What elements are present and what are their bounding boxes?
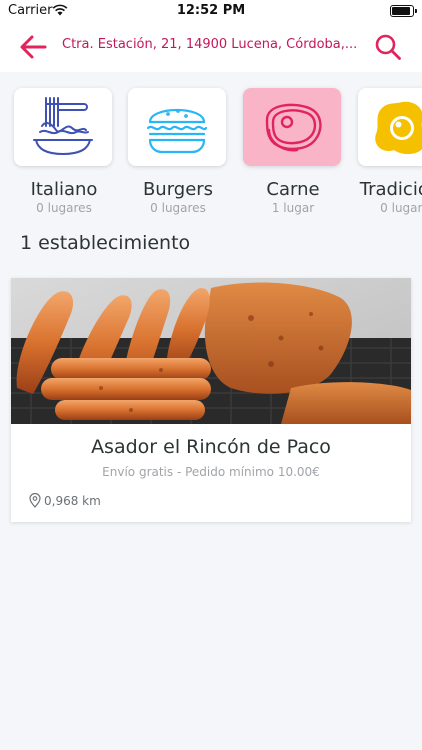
category-card[interactable]	[14, 88, 112, 166]
category-name: Burgers	[142, 179, 214, 200]
back-arrow-icon[interactable]	[18, 33, 48, 61]
burger-icon	[146, 108, 208, 154]
category-carousel[interactable]: Italiano 0 lugares Burgers 0 lugares Car…	[0, 82, 422, 232]
category-italiano[interactable]: Italiano 0 lugares	[14, 88, 114, 215]
category-card[interactable]	[243, 88, 341, 166]
results-count: 1 establecimiento	[20, 232, 191, 254]
category-name: Italiano	[30, 179, 98, 200]
category-count: 1 lugar	[271, 201, 315, 215]
restaurant-distance: 0,968 km	[44, 494, 101, 508]
restaurant-card[interactable]: Asador el Rincón de Paco Envío gratis - …	[11, 278, 411, 522]
clock: 12:52 PM	[176, 3, 246, 18]
category-burgers[interactable]: Burgers 0 lugares	[128, 88, 228, 215]
category-name: Carne	[266, 179, 320, 200]
battery-icon	[390, 5, 417, 17]
steak-icon	[265, 103, 322, 152]
restaurant-delivery-info: Envío gratis - Pedido mínimo 10.00€	[102, 465, 320, 479]
fried-egg-icon	[375, 101, 422, 155]
category-card[interactable]	[128, 88, 226, 166]
top-bar: Ctra. Estación, 21, 14900 Lucena, Córdob…	[0, 22, 422, 72]
restaurant-photo	[11, 278, 411, 424]
spaghetti-icon	[33, 97, 93, 156]
status-bar: Carrier 12:52 PM	[0, 0, 422, 22]
category-count: 0 lugares	[150, 201, 206, 215]
category-carne[interactable]: Carne 1 lugar	[243, 88, 343, 215]
category-card[interactable]	[358, 88, 422, 166]
restaurant-name: Asador el Rincón de Paco	[91, 436, 331, 458]
category-name: Tradicional	[359, 179, 422, 200]
category-tradicional[interactable]: Tradicional 0 lugares	[358, 88, 422, 215]
location-pin-icon	[29, 493, 41, 508]
delivery-address[interactable]: Ctra. Estación, 21, 14900 Lucena, Córdob…	[62, 37, 362, 52]
category-count: 0 lugares	[36, 201, 92, 215]
category-count: 0 lugares	[380, 201, 422, 215]
search-icon[interactable]	[374, 33, 402, 61]
